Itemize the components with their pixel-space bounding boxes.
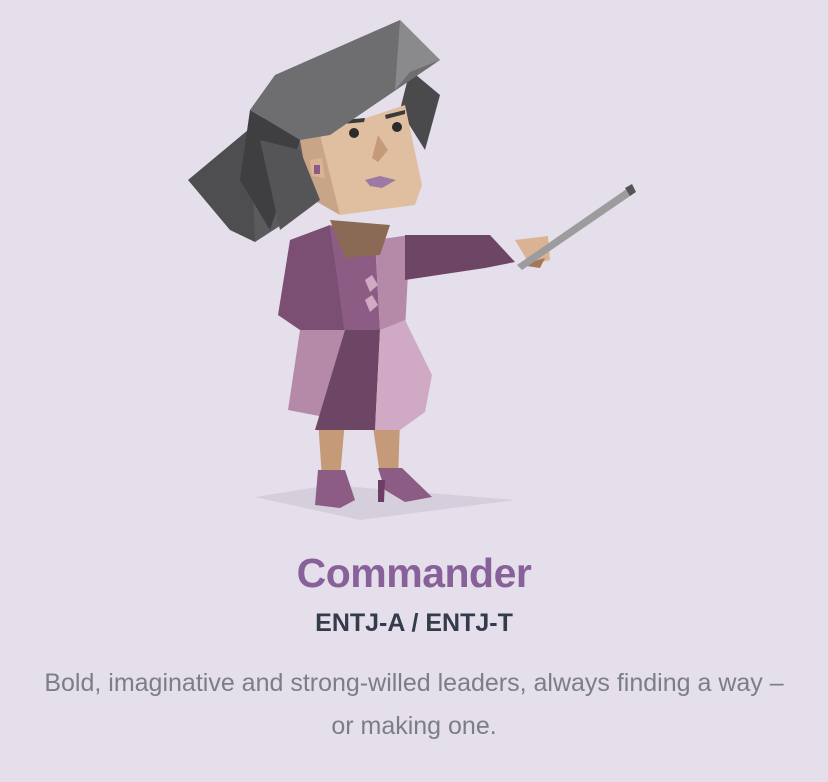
- hand-with-pointer: [515, 184, 636, 270]
- personality-description: Bold, imaginative and strong-willed lead…: [44, 669, 784, 740]
- jacket: [278, 220, 515, 430]
- personality-codes: ENTJ-A / ENTJ-T: [315, 609, 513, 637]
- personality-name: Commander: [296, 550, 532, 596]
- commander-illustration: [188, 20, 636, 520]
- floor-shadow: [255, 485, 515, 520]
